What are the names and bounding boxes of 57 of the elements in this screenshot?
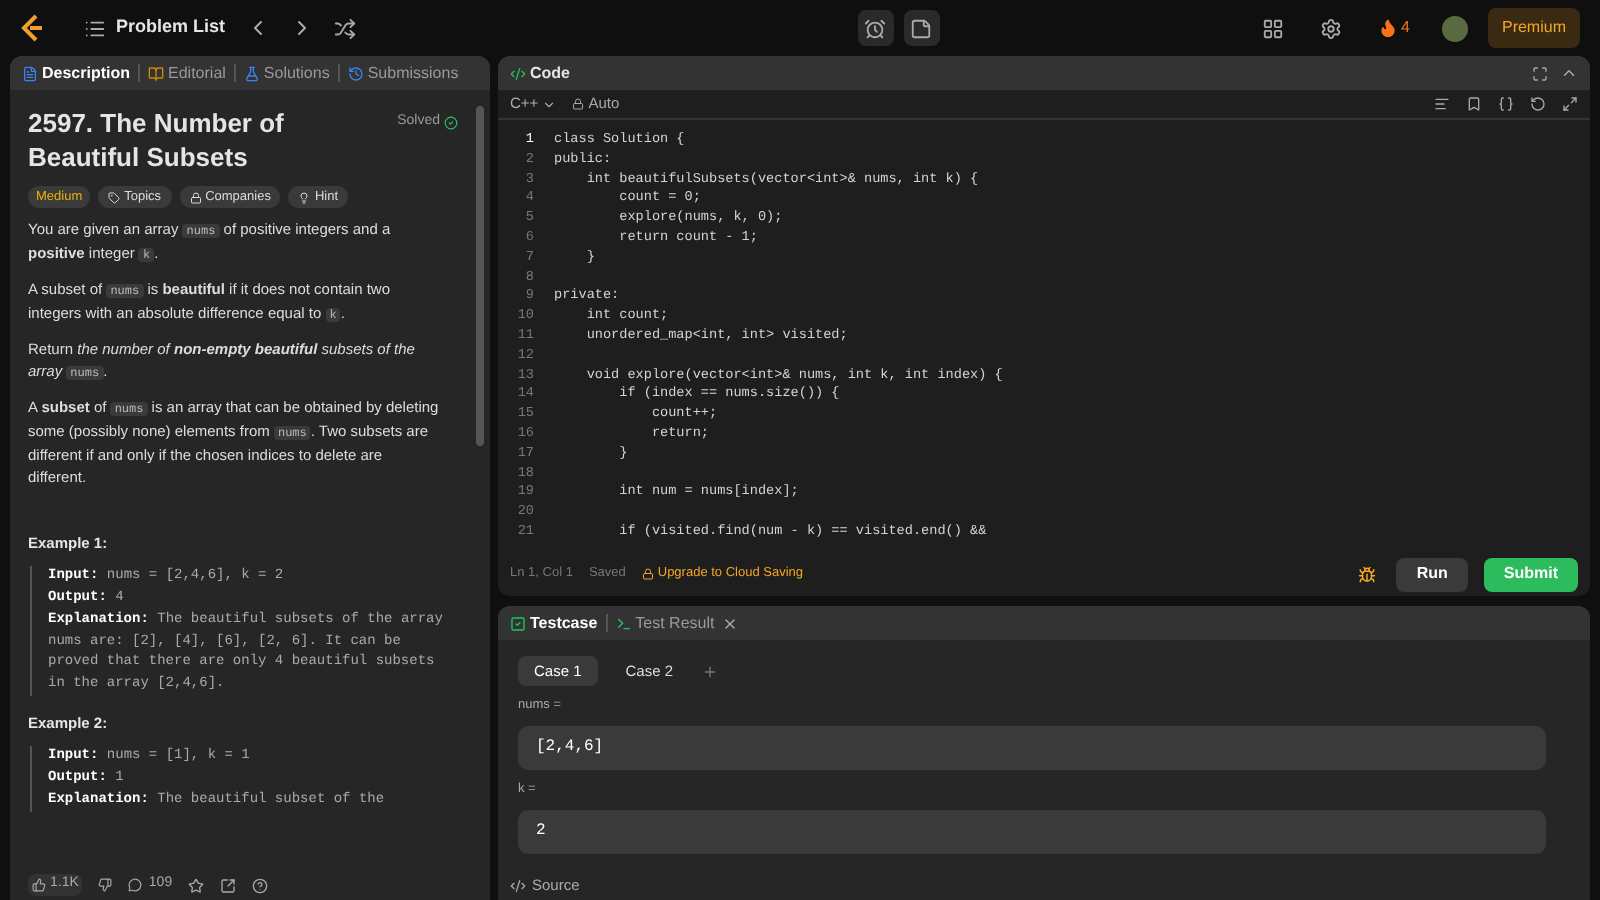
chevron-up-icon [1560,64,1578,82]
undo-icon [1530,96,1546,112]
note-button[interactable] [903,10,940,46]
bug-icon [1358,565,1377,583]
flame-icon [1377,18,1398,38]
help-icon [252,877,269,893]
plus-icon [701,663,718,679]
document-icon [22,65,38,81]
flask-icon [243,65,260,81]
code-icon [510,65,526,81]
premium-button[interactable]: Premium [1487,8,1580,48]
speech-bubble-icon [128,878,143,892]
panel-tab[interactable]: Description [22,61,131,85]
panel-tab[interactable]: Test Result [615,611,715,635]
book-icon [148,65,165,81]
maximize-icon [1532,65,1548,81]
streak-count: 4 [1401,16,1410,40]
lightbulb-icon [298,191,311,203]
panel-tab[interactable]: Editorial [148,61,226,85]
param-value-field[interactable]: 2 [518,809,1546,853]
avatar[interactable] [1441,15,1468,41]
note-icon [910,17,933,39]
panel-tab[interactable]: Submissions [347,61,459,85]
star-icon [188,877,205,893]
lock-icon [641,568,654,580]
checkbox-icon [510,615,526,631]
code-icon [510,878,526,894]
alarm-clock-button[interactable] [857,10,894,46]
grid-icon [1261,17,1284,39]
expand-icon [1562,96,1578,112]
settings-icon [1319,17,1342,39]
bookmark-icon [1466,96,1482,112]
thumbs-down-icon [98,878,113,892]
param-value-field[interactable]: [2,4,6] [518,725,1546,770]
tag-icon [108,191,121,203]
braces-icon [1498,96,1514,112]
alarm-clock-icon [864,17,887,39]
thumbs-up-icon [32,878,46,892]
code-tab[interactable]: Code [510,61,570,85]
check-circle-icon [444,115,458,130]
lock-icon [189,191,202,203]
chevron-down-icon [542,97,557,111]
logo-icon[interactable] [20,14,44,42]
lock-icon [572,98,585,110]
share-icon [220,877,237,893]
terminal-icon [615,615,632,631]
problem-title: 2597. The Number of Beautiful Subsets [28,106,286,174]
close-icon [722,615,739,631]
panel-tab[interactable]: Solutions [243,61,330,85]
scrollbar[interactable] [476,106,484,446]
align-left-icon [1434,96,1450,112]
run-button[interactable]: Run [1396,557,1468,591]
problem-list-button[interactable]: Problem List [84,14,226,42]
shuffle-icon [333,17,356,39]
list-icon [84,17,106,39]
history-icon [347,65,364,81]
panel-tab[interactable]: Testcase [510,611,598,635]
